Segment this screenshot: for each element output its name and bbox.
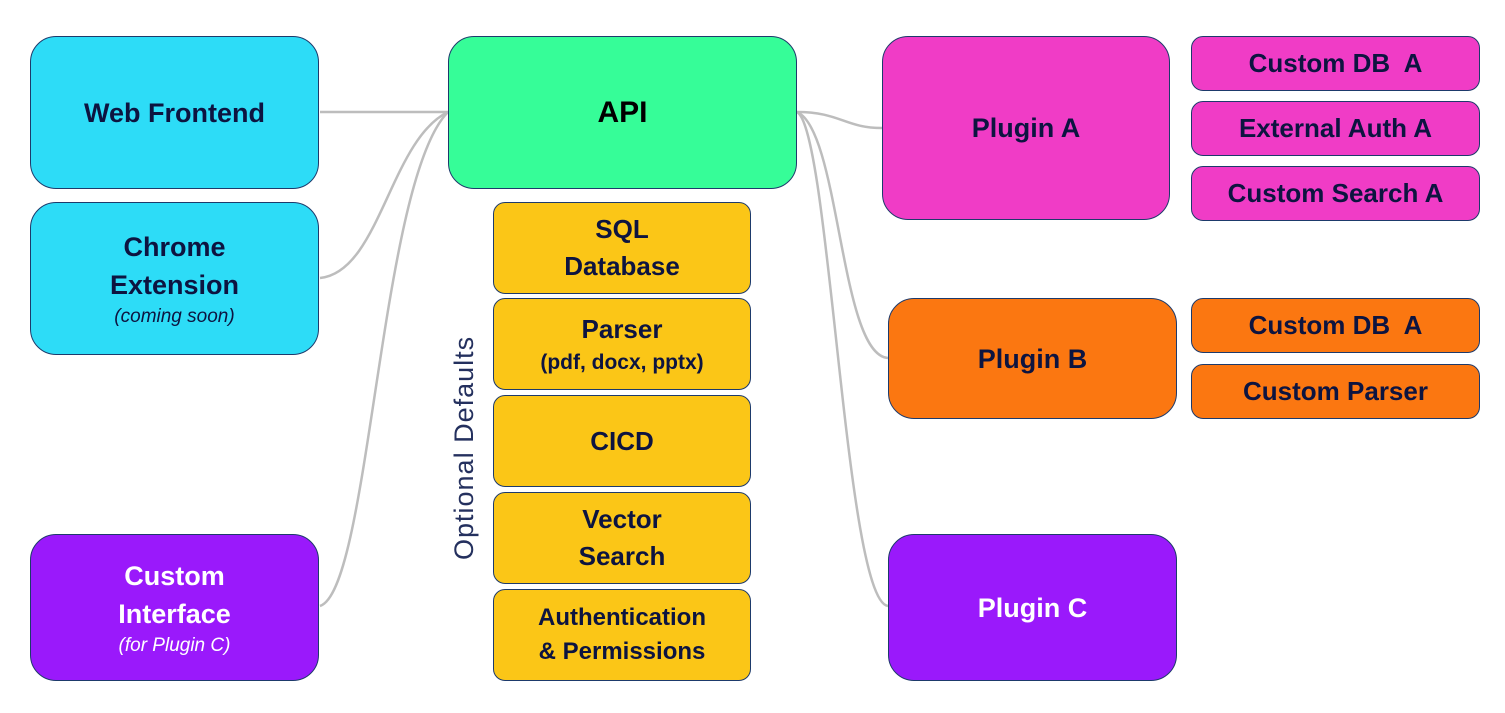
chrome-extension-note: (coming soon)	[114, 305, 235, 327]
plugin-a-component: External Auth A	[1191, 101, 1480, 156]
plugin-a-node: Plugin A	[882, 36, 1170, 220]
component-label: Custom Search A	[1227, 178, 1444, 208]
api-node: API	[448, 36, 797, 189]
connector-custom-interface-api	[319, 111, 449, 608]
plugin-b-component: Custom Parser	[1191, 364, 1480, 419]
default-item-line1: Authentication	[538, 604, 706, 631]
default-item-line1: SQL	[595, 214, 649, 244]
chrome-extension-label-line1: Chrome	[123, 231, 226, 262]
api-label: API	[597, 95, 648, 129]
optional-defaults-label: Optional Defaults	[449, 335, 479, 560]
connector-api-plugin-c	[796, 110, 889, 608]
plugin-a-component: Custom Search A	[1191, 166, 1480, 221]
web-frontend-node: Web Frontend	[30, 36, 319, 189]
plugin-a-label: Plugin A	[971, 113, 1081, 143]
custom-interface-label-line2: Interface	[118, 598, 231, 629]
plugin-b-node: Plugin B	[888, 298, 1177, 419]
default-item-line1: CICD	[590, 425, 654, 456]
default-authentication: Authentication & Permissions	[493, 589, 751, 681]
default-item-line2: Database	[564, 251, 680, 281]
component-label: Custom Parser	[1243, 376, 1428, 406]
chrome-extension-label-line2: Extension	[109, 269, 240, 300]
default-vector-search: Vector Search	[493, 492, 751, 584]
plugin-b-label: Plugin B	[977, 343, 1088, 374]
component-label: Custom DB A	[1248, 310, 1423, 340]
plugin-c-label: Plugin C	[977, 592, 1088, 623]
chrome-extension-node: Chrome Extension (coming soon)	[30, 202, 319, 355]
connector-chrome-extension-api	[319, 110, 449, 280]
default-item-line2: (pdf, docx, pptx)	[540, 350, 704, 374]
default-item-line1: Vector	[582, 504, 662, 534]
custom-interface-label-line1: Custom	[124, 560, 225, 591]
custom-interface-node: Custom Interface (for Plugin C)	[30, 534, 319, 681]
component-label: Custom DB A	[1248, 48, 1423, 78]
default-item-line2: & Permissions	[538, 638, 706, 665]
plugin-c-node: Plugin C	[888, 534, 1177, 681]
default-parser: Parser (pdf, docx, pptx)	[493, 298, 751, 390]
default-item-line2: Search	[578, 541, 666, 571]
plugin-b-component: Custom DB A	[1191, 298, 1480, 353]
component-label: External Auth A	[1238, 113, 1433, 143]
plugin-a-component: Custom DB A	[1191, 36, 1480, 91]
default-item-line1: Parser	[581, 313, 663, 344]
custom-interface-note: (for Plugin C)	[118, 634, 231, 656]
web-frontend-label: Web Frontend	[84, 97, 265, 128]
default-sql-database: SQL Database	[493, 202, 751, 294]
default-cicd: CICD	[493, 395, 751, 487]
